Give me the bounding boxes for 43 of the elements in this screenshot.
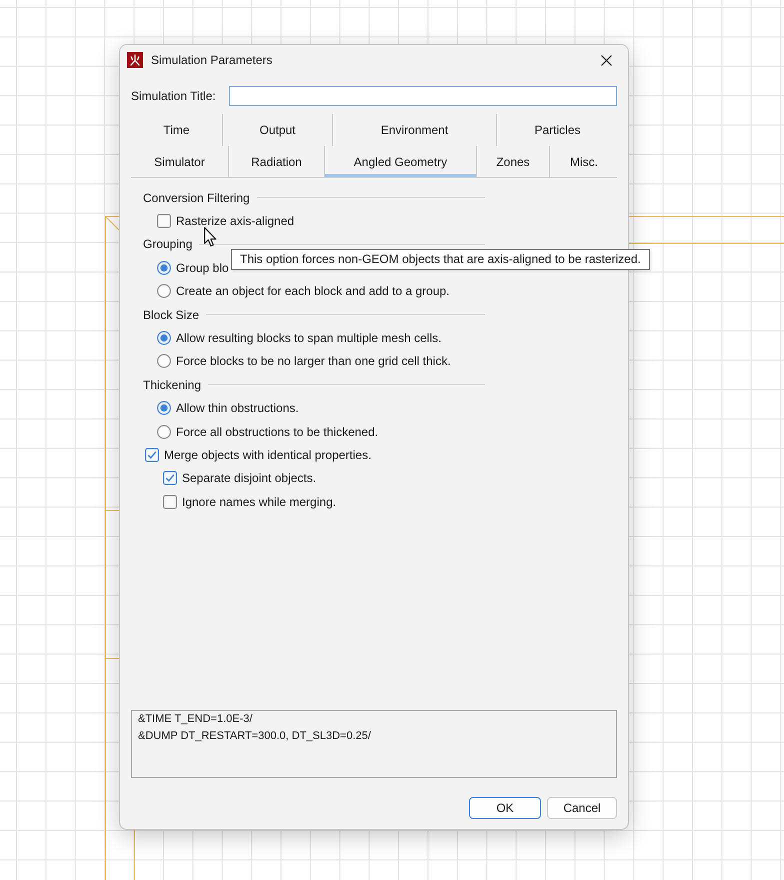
simulation-title-field[interactable] [229,86,617,106]
window-title: Simulation Parameters [151,53,272,67]
tab[interactable]: Zones [476,146,549,177]
tab[interactable]: Simulator [131,146,228,177]
section-heading: Thickening [143,378,202,392]
option-label[interactable]: Group blo [176,260,229,275]
option-label[interactable]: Allow thin obstructions. [176,401,299,416]
radio-button[interactable] [157,424,171,439]
section-heading: Grouping [143,237,192,252]
code-preview-field[interactable]: &TIME T_END=1.0E-3/ &DUMP DT_RESTART=300.0, DT_SL3D=0.25/ [131,710,617,778]
tab[interactable]: Environment [332,114,496,146]
radio-button[interactable] [157,331,171,346]
checkbox[interactable] [163,494,177,509]
section-heading: Conversion Filtering [143,190,250,205]
checkbox[interactable] [145,448,159,462]
close-icon [600,54,612,66]
mouse-pointer-icon [204,227,217,247]
tab[interactable]: Time [131,114,222,146]
app-logo-icon [127,52,143,68]
checkbox[interactable] [163,471,177,486]
radio-button[interactable] [157,401,171,416]
radio-button[interactable] [157,260,171,275]
tab[interactable]: Particles [496,114,618,146]
option-label[interactable]: Force all obstructions to be thickened. [176,424,378,439]
ok-button[interactable]: OK [469,797,541,819]
section-heading: Block Size [143,308,200,322]
cancel-button[interactable]: Cancel [547,797,617,819]
radio-button[interactable] [157,284,171,298]
checkbox[interactable] [157,214,171,228]
tab[interactable]: Output [222,114,332,146]
radio-button[interactable] [157,354,171,368]
option-label[interactable]: Create an object for each block and add to a group. [176,284,450,298]
tab[interactable]: Misc. [549,146,618,177]
option-label[interactable]: Separate disjoint objects. [182,471,316,486]
option-label[interactable]: Force blocks to be no larger than one grid cell thick. [176,354,451,368]
tooltip: This option forces non-GEOM objects that are axis-aligned to be rasterized. [231,249,650,270]
option-label[interactable]: Allow resulting blocks to span multiple mesh cells. [176,331,442,346]
tab[interactable]: Angled Geometry [324,146,476,177]
tab[interactable]: Radiation [228,146,324,177]
option-label[interactable]: Merge objects with identical properties. [164,448,372,462]
option-label[interactable]: Rasterize axis-aligned [176,214,294,228]
field-label: Simulation Title: [131,89,217,103]
option-label[interactable]: Ignore names while merging. [182,494,336,509]
